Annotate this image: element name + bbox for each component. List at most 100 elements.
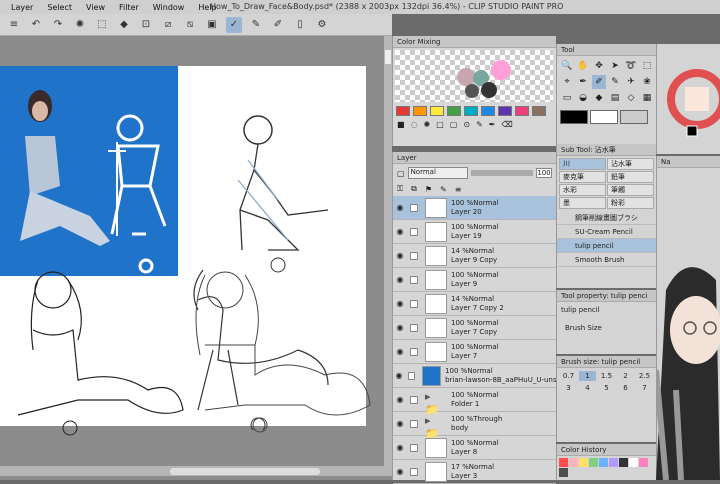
- history-color-swatch[interactable]: [639, 458, 648, 467]
- draft-icon[interactable]: ✎: [440, 185, 447, 194]
- eye-icon[interactable]: ◉: [393, 251, 407, 260]
- spinner-icon[interactable]: ✺: [72, 17, 88, 33]
- trash-icon[interactable]: ⌫: [501, 120, 512, 129]
- layer-row[interactable]: ◉ 100 %Normal Layer 19: [393, 220, 556, 244]
- history-color-swatch[interactable]: [599, 458, 608, 467]
- layer-row[interactable]: ◉ 14 %Normal Layer 7 Copy 2: [393, 292, 556, 316]
- layer-checkbox[interactable]: [410, 323, 418, 332]
- eye-icon[interactable]: ◉: [393, 467, 407, 476]
- brush-size-option[interactable]: 1: [579, 371, 596, 381]
- fill-icon[interactable]: ▣: [204, 17, 220, 33]
- swatch[interactable]: [447, 106, 461, 116]
- layer-row[interactable]: ◉ 100 %Normal Layer 9: [393, 268, 556, 292]
- pen-tool-icon[interactable]: ✒: [576, 75, 590, 89]
- vertical-scroll-thumb[interactable]: [385, 50, 391, 64]
- menu-icon[interactable]: ≡: [455, 185, 462, 194]
- menu-filter[interactable]: Filter: [112, 3, 146, 12]
- swatch[interactable]: [396, 106, 410, 116]
- black-swatch-icon[interactable]: ■: [397, 120, 405, 129]
- swatch[interactable]: [481, 106, 495, 116]
- mixing-canvas[interactable]: [395, 50, 553, 102]
- layer-row[interactable]: ◉ 17 %Normal Layer 3: [393, 460, 556, 484]
- brush-size-option[interactable]: 0.7: [560, 371, 577, 381]
- undo-icon[interactable]: ↶: [28, 17, 44, 33]
- layer-row[interactable]: ◉ ▸ 📁 100 %Normal Folder 1: [393, 388, 556, 416]
- layer-checkbox[interactable]: [410, 467, 418, 476]
- layer-checkbox[interactable]: [410, 395, 418, 404]
- sub-tool-tab[interactable]: 粉彩: [607, 197, 654, 209]
- layer-row[interactable]: ◉ 100 %Normal Layer 7: [393, 340, 556, 364]
- operation-icon[interactable]: ➤: [608, 59, 622, 73]
- eye-icon[interactable]: ◉: [393, 395, 407, 404]
- square-icon[interactable]: □: [436, 120, 444, 129]
- history-color-swatch[interactable]: [569, 458, 578, 467]
- history-color-swatch[interactable]: [609, 458, 618, 467]
- sub-tool-tab[interactable]: 水彩: [559, 184, 606, 196]
- clear-icon[interactable]: ⧄: [160, 17, 176, 33]
- transparent-color[interactable]: [620, 110, 648, 124]
- vertical-scrollbar[interactable]: [384, 36, 392, 466]
- layer-checkbox[interactable]: [410, 203, 418, 212]
- square-outline-icon[interactable]: ▢: [450, 120, 458, 129]
- horizontal-scroll-thumb[interactable]: [170, 468, 320, 475]
- brush-size-option[interactable]: 2.5: [636, 371, 653, 381]
- brush-icon[interactable]: ✎: [476, 120, 483, 129]
- eye-icon[interactable]: ◉: [393, 419, 407, 428]
- layer-row[interactable]: ◉ 100 %Normal Layer 8: [393, 436, 556, 460]
- pencil-tool-icon[interactable]: ✐: [592, 75, 606, 89]
- pen-icon[interactable]: ✓: [226, 16, 242, 33]
- sub-tool-tab[interactable]: 沾水筆: [607, 158, 654, 170]
- layer-checkbox[interactable]: [410, 419, 418, 428]
- clip-icon[interactable]: ⧉: [411, 184, 417, 194]
- settings-icon[interactable]: ⚙: [314, 17, 330, 33]
- sub-tool-tab[interactable]: 墨: [559, 197, 606, 209]
- brush-size-option[interactable]: 5: [598, 383, 615, 393]
- layer-checkbox[interactable]: [410, 227, 418, 236]
- layer-checkbox[interactable]: [410, 275, 418, 284]
- swatch[interactable]: [515, 106, 529, 116]
- move-icon[interactable]: ✥: [592, 59, 606, 73]
- eye-icon[interactable]: ◉: [393, 443, 407, 452]
- swatch[interactable]: [413, 106, 427, 116]
- frame-icon[interactable]: ▦: [640, 91, 654, 105]
- sun-icon[interactable]: ✺: [424, 120, 431, 129]
- opacity-value[interactable]: 100: [536, 168, 552, 178]
- history-color-swatch[interactable]: [629, 458, 638, 467]
- hand-icon[interactable]: ✋: [576, 59, 590, 73]
- layer-row[interactable]: ◉ 14 %Normal Layer 9 Copy: [393, 244, 556, 268]
- layer-row[interactable]: ◉ 100 %Normal Layer 7 Copy: [393, 316, 556, 340]
- swatch[interactable]: [430, 106, 444, 116]
- history-color-swatch[interactable]: [589, 458, 598, 467]
- eye-icon[interactable]: ◉: [393, 347, 407, 356]
- layer-row[interactable]: ◉ 100 %Normal Layer 20: [393, 196, 556, 220]
- history-color-swatch[interactable]: [559, 458, 568, 467]
- figure-icon[interactable]: ◇: [624, 91, 638, 105]
- layer-checkbox[interactable]: [410, 299, 418, 308]
- brush-size-option[interactable]: 2: [617, 371, 634, 381]
- eyedropper-icon[interactable]: ⌖: [560, 75, 574, 89]
- sub-tool-tab[interactable]: 筆觸: [607, 184, 654, 196]
- brush-icon[interactable]: ✎: [248, 17, 264, 33]
- lasso-icon[interactable]: ➰: [624, 59, 638, 73]
- reference-icon[interactable]: ⚑: [425, 185, 432, 194]
- select-icon[interactable]: ⬚: [640, 59, 654, 73]
- eye-icon[interactable]: ◉: [393, 371, 405, 380]
- swatch[interactable]: [498, 106, 512, 116]
- fill-icon[interactable]: ◆: [592, 91, 606, 105]
- menu-icon[interactable]: ≡: [6, 17, 22, 33]
- sub-color[interactable]: [590, 110, 618, 124]
- opacity-slider[interactable]: [470, 170, 533, 176]
- brush-size-option[interactable]: 6: [617, 383, 634, 393]
- sub-tool-tab[interactable]: 川: [559, 158, 606, 170]
- pencil-icon[interactable]: ✐: [270, 17, 286, 33]
- eye-icon[interactable]: ◉: [393, 203, 407, 212]
- transform-icon[interactable]: ⊡: [138, 17, 154, 33]
- layer-row[interactable]: ◉ ▸ 📁 100 %Through body: [393, 412, 556, 440]
- sub-tool-tab[interactable]: 麥克筆: [559, 171, 606, 183]
- brush-size-option[interactable]: 1.5: [598, 371, 615, 381]
- brush-tool-icon[interactable]: ✎: [608, 75, 622, 89]
- layer-row[interactable]: ◉ 100 %Normal brian-lawson-8B_aaPHuU_U-uns…: [393, 364, 556, 388]
- menu-layer[interactable]: Layer: [4, 3, 40, 12]
- menu-select[interactable]: Select: [40, 3, 79, 12]
- layer-checkbox[interactable]: [410, 347, 418, 356]
